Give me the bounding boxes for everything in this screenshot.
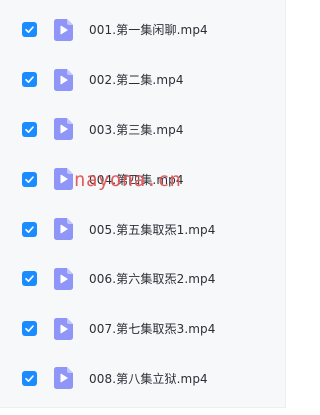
video-file-icon <box>54 317 73 340</box>
file-name: 006.第六集取炁2.mp4 <box>89 272 216 287</box>
file-name: 002.第二集.mp4 <box>89 73 184 88</box>
file-checkbox[interactable] <box>22 121 37 137</box>
video-file-icon <box>54 118 73 141</box>
file-row[interactable]: 005.第五集取炁1.mp4 <box>0 204 286 254</box>
checkmark-icon <box>25 26 34 34</box>
video-file-icon <box>54 218 73 241</box>
checkmark-icon <box>25 126 34 133</box>
file-row[interactable]: 003.第三集.mp4 <box>0 105 286 155</box>
watermark-text: nayona.cn <box>74 169 182 191</box>
video-file-icon <box>54 367 73 390</box>
file-name: 003.第三集.mp4 <box>89 122 184 137</box>
file-row[interactable]: 006.第六集取炁2.mp4 <box>0 254 286 304</box>
checkmark-icon <box>25 76 34 84</box>
file-checkbox[interactable] <box>22 321 37 337</box>
file-checkbox[interactable] <box>22 171 37 187</box>
checkmark-icon <box>25 225 34 233</box>
file-checkbox[interactable] <box>22 370 37 386</box>
file-checkbox[interactable] <box>22 271 37 287</box>
file-name: 005.第五集取炁1.mp4 <box>89 222 216 237</box>
video-file-icon <box>54 168 73 191</box>
file-name: 007.第七集取炁3.mp4 <box>89 322 216 337</box>
checkmark-icon <box>25 176 34 183</box>
video-file-icon <box>54 18 73 41</box>
video-file-icon <box>54 68 73 91</box>
video-file-icon <box>54 267 73 290</box>
file-checkbox[interactable] <box>22 72 37 88</box>
file-row[interactable]: 001.第一集闲聊.mp4 <box>0 5 286 55</box>
file-name: 008.第八集立狱.mp4 <box>89 371 208 386</box>
file-list: 001.第一集闲聊.mp4 002.第二集.mp4 003.第三集.mp4 004.第… <box>0 5 286 403</box>
file-row[interactable]: 002.第二集.mp4 <box>0 55 286 105</box>
file-row[interactable]: 008.第八集立狱.mp4 <box>0 354 286 404</box>
checkmark-icon <box>25 375 34 382</box>
checkmark-icon <box>25 275 34 283</box>
checkmark-icon <box>25 325 34 333</box>
file-row[interactable]: 007.第七集取炁3.mp4 <box>0 304 286 354</box>
file-name: 001.第一集闲聊.mp4 <box>89 23 208 38</box>
file-checkbox[interactable] <box>22 221 37 237</box>
file-checkbox[interactable] <box>22 22 37 38</box>
file-list-panel: 001.第一集闲聊.mp4 002.第二集.mp4 003.第三集.mp4 004.第… <box>0 0 286 408</box>
